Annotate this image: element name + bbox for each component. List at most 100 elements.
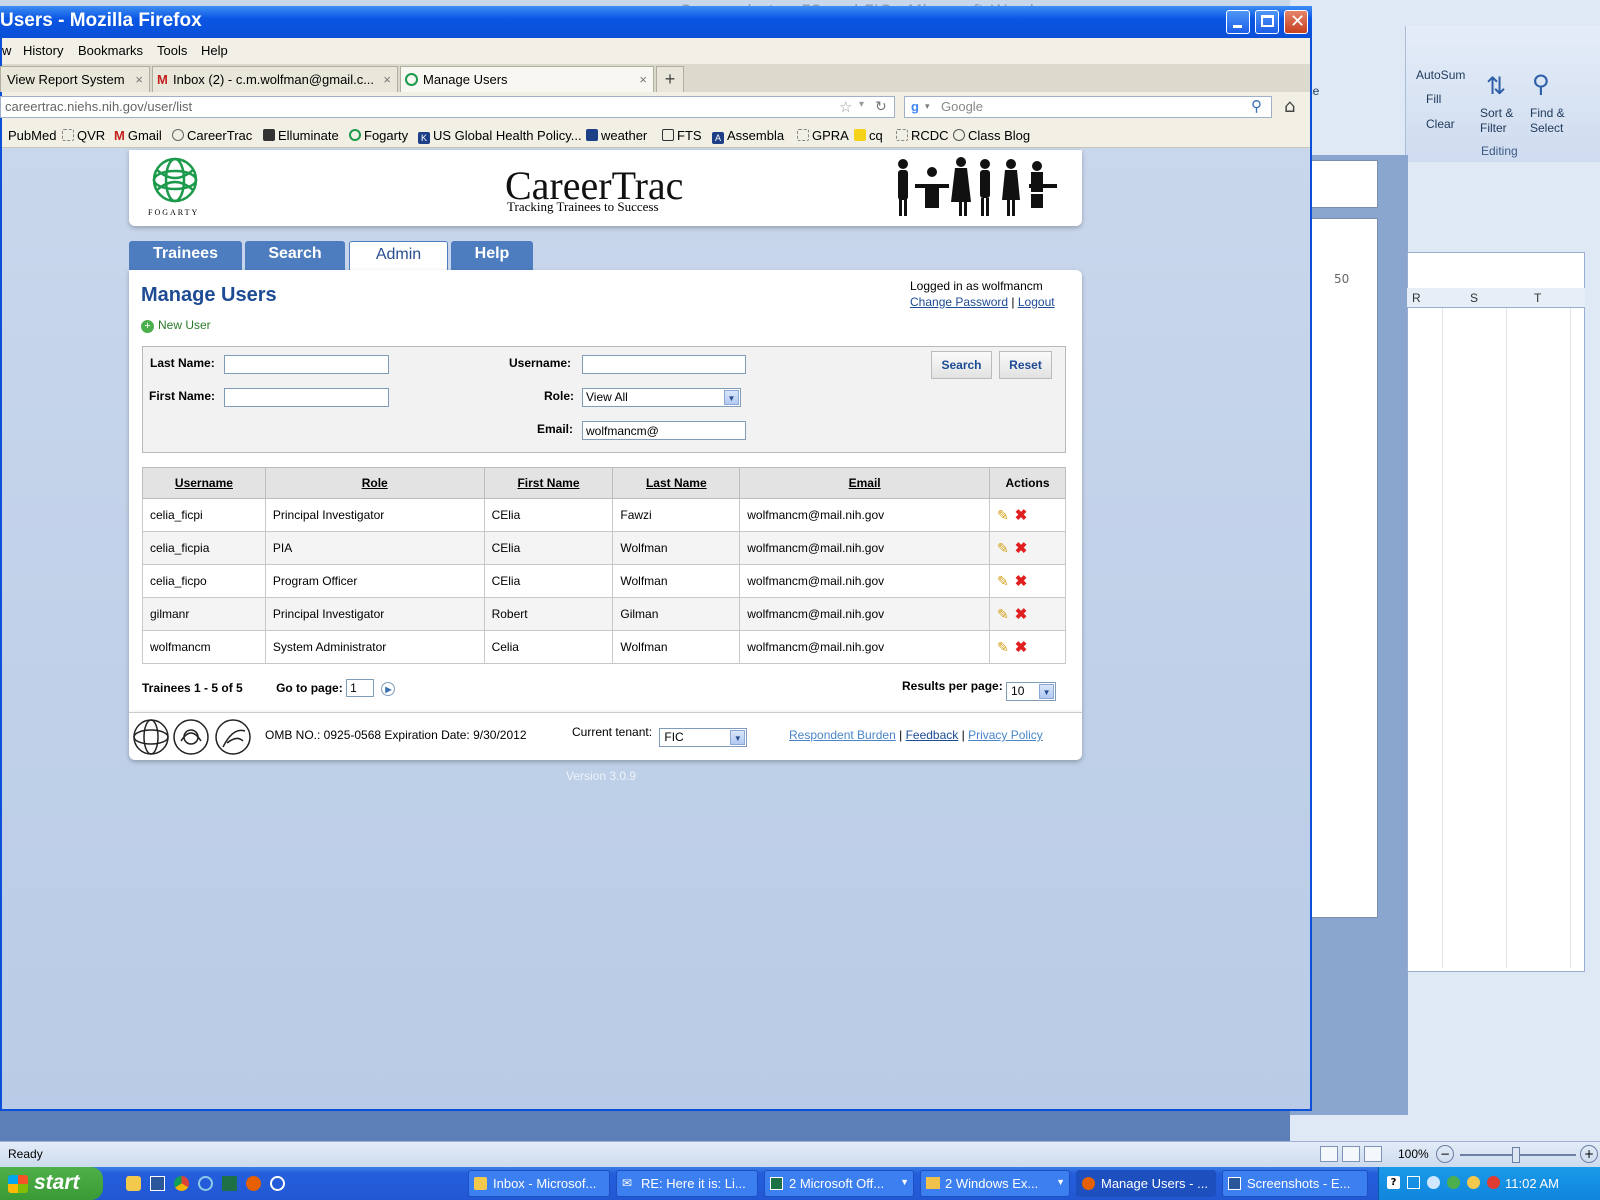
edit-pencil-icon[interactable]: ✎ <box>997 573 1009 590</box>
zoom-slider-handle[interactable] <box>1512 1147 1520 1163</box>
menu-history[interactable]: History <box>23 43 63 58</box>
excel-quicklaunch-icon[interactable] <box>222 1176 237 1191</box>
network-tray-icon[interactable] <box>1407 1176 1420 1189</box>
taskbar-item-email-reply[interactable]: ✉ RE: Here it is: Li... <box>616 1170 758 1197</box>
outlook-tray-icon[interactable] <box>1467 1176 1480 1189</box>
bookmark-us-global-health[interactable]: K US Global Health Policy... <box>418 128 582 144</box>
reset-button[interactable]: Reset <box>999 351 1052 379</box>
nav-tab-admin[interactable]: Admin <box>349 241 448 271</box>
ie-quicklaunch-icon[interactable] <box>198 1176 213 1191</box>
sync-tray-icon[interactable] <box>1427 1176 1440 1189</box>
excel-sheet[interactable] <box>1407 252 1585 972</box>
delete-x-icon[interactable]: ✖ <box>1015 572 1028 590</box>
menu-help[interactable]: Help <box>201 43 228 58</box>
taskbar-item-screenshots[interactable]: Screenshots - E... <box>1222 1170 1368 1197</box>
bookmark-class-blog[interactable]: Class Blog <box>953 128 1030 143</box>
bookmark-gpra[interactable]: GPRA <box>797 128 849 143</box>
column-header-last-name[interactable]: Last Name <box>612 467 741 499</box>
last-name-input[interactable] <box>224 355 389 374</box>
column-header-email[interactable]: Email <box>739 467 991 499</box>
page-break-view-icon[interactable] <box>1364 1146 1382 1162</box>
bookmark-careertrac[interactable]: CareerTrac <box>172 128 252 143</box>
find-select-button[interactable]: Find & Select <box>1530 106 1565 136</box>
privacy-policy-link[interactable]: Privacy Policy <box>968 728 1043 742</box>
reload-icon[interactable]: ↻ <box>875 98 887 115</box>
tab-inbox[interactable]: M Inbox (2) - c.m.wolfman@gmail.c... × <box>152 66 398 92</box>
bookmark-fts[interactable]: FTS <box>662 128 702 143</box>
delete-x-icon[interactable]: ✖ <box>1015 605 1028 623</box>
excel-column-s[interactable]: S <box>1470 291 1478 305</box>
word-quicklaunch-icon[interactable] <box>150 1176 165 1191</box>
sort-filter-button[interactable]: Sort & Filter <box>1480 106 1513 136</box>
excel-column-t[interactable]: T <box>1534 291 1541 305</box>
security-tray-icon[interactable] <box>1447 1176 1460 1189</box>
edit-pencil-icon[interactable]: ✎ <box>997 540 1009 557</box>
bookmark-assembla[interactable]: A Assembla <box>712 128 784 144</box>
zoom-in-icon[interactable]: + <box>1580 1145 1598 1163</box>
excel-column-r[interactable]: R <box>1412 291 1421 305</box>
feedback-link[interactable]: Feedback <box>906 728 959 742</box>
tab-close-icon[interactable]: × <box>639 72 647 87</box>
delete-x-icon[interactable]: ✖ <box>1015 506 1028 524</box>
taskbar-item-office-group[interactable]: 2 Microsoft Off... ▼ <box>764 1170 914 1197</box>
maximize-button[interactable] <box>1255 10 1279 34</box>
role-select[interactable]: View All ▼ <box>582 388 741 407</box>
menu-bookmarks[interactable]: Bookmarks <box>78 43 143 58</box>
alert-tray-icon[interactable] <box>1487 1176 1500 1189</box>
first-name-input[interactable] <box>224 388 389 407</box>
edit-pencil-icon[interactable]: ✎ <box>997 507 1009 524</box>
autosum-button[interactable]: AutoSum <box>1416 68 1465 82</box>
tab-close-icon[interactable]: × <box>135 72 143 87</box>
bookmark-rcdc[interactable]: RCDC <box>896 128 949 143</box>
taskbar-item-inbox[interactable]: Inbox - Microsof... <box>468 1170 610 1197</box>
bookmark-pubmed[interactable]: PubMed <box>8 128 56 143</box>
delete-x-icon[interactable]: ✖ <box>1015 539 1028 557</box>
bookmark-fogarty[interactable]: Fogarty <box>349 128 408 143</box>
home-icon[interactable]: ⌂ <box>1284 96 1295 117</box>
email-input[interactable] <box>582 421 746 440</box>
bookmark-elluminate[interactable]: Elluminate <box>263 128 339 143</box>
username-input[interactable] <box>582 355 746 374</box>
tab-view-report-system[interactable]: View Report System × <box>0 66 150 92</box>
results-per-page-select[interactable]: 10 ▼ <box>1006 682 1057 701</box>
taskbar-item-manage-users[interactable]: Manage Users - ... <box>1076 1170 1216 1197</box>
minimize-button[interactable] <box>1226 10 1250 34</box>
taskbar-item-explorer-group[interactable]: 2 Windows Ex... ▼ <box>920 1170 1070 1197</box>
column-header-first-name[interactable]: First Name <box>483 467 614 499</box>
new-user-link[interactable]: + New User <box>141 318 211 333</box>
bookmark-cq[interactable]: cq <box>854 128 883 143</box>
menu-tools[interactable]: Tools <box>157 43 187 58</box>
nav-tab-search[interactable]: Search <box>245 241 345 270</box>
fill-button[interactable]: Fill <box>1426 92 1441 106</box>
search-bar[interactable]: g ▾ Google ⚲ <box>904 96 1272 118</box>
normal-view-icon[interactable] <box>1320 1146 1338 1162</box>
dropdown-icon[interactable]: ▾ <box>859 99 864 110</box>
edit-pencil-icon[interactable]: ✎ <box>997 639 1009 656</box>
firefox-quicklaunch-icon[interactable] <box>246 1176 261 1191</box>
delete-x-icon[interactable]: ✖ <box>1015 638 1028 656</box>
start-button[interactable]: start <box>0 1167 103 1200</box>
nav-tab-trainees[interactable]: Trainees <box>129 241 242 270</box>
tab-close-icon[interactable]: × <box>383 72 391 87</box>
tab-manage-users[interactable]: Manage Users × <box>400 66 654 92</box>
search-engine-dropdown-icon[interactable]: ▾ <box>925 101 930 112</box>
outlook-quicklaunch-icon[interactable] <box>126 1176 141 1191</box>
bookmark-qvr[interactable]: QVR <box>62 128 105 143</box>
bookmark-gmail[interactable]: M Gmail <box>114 128 162 143</box>
bookmark-weather[interactable]: weather <box>586 128 647 143</box>
column-header-role[interactable]: Role <box>264 467 485 499</box>
search-button[interactable]: Search <box>931 351 992 379</box>
help-tray-icon[interactable]: ? <box>1387 1176 1400 1189</box>
page-number-input[interactable] <box>346 679 375 697</box>
url-bar[interactable]: careertrac.niehs.nih.gov/user/list ☆ ▾ ↻ <box>0 96 895 118</box>
nav-tab-help[interactable]: Help <box>451 241 533 270</box>
respondent-burden-link[interactable]: Respondent Burden <box>789 728 896 742</box>
new-tab-button[interactable]: + <box>656 66 684 92</box>
tenant-select[interactable]: FIC ▼ <box>659 728 748 747</box>
close-button[interactable]: ✕ <box>1284 10 1308 34</box>
menu-view[interactable]: w <box>2 43 11 58</box>
change-password-link[interactable]: Change Password <box>910 295 1008 309</box>
column-header-username[interactable]: Username <box>142 467 266 499</box>
edit-pencil-icon[interactable]: ✎ <box>997 606 1009 623</box>
go-arrow-icon[interactable]: ▶ <box>381 682 396 696</box>
